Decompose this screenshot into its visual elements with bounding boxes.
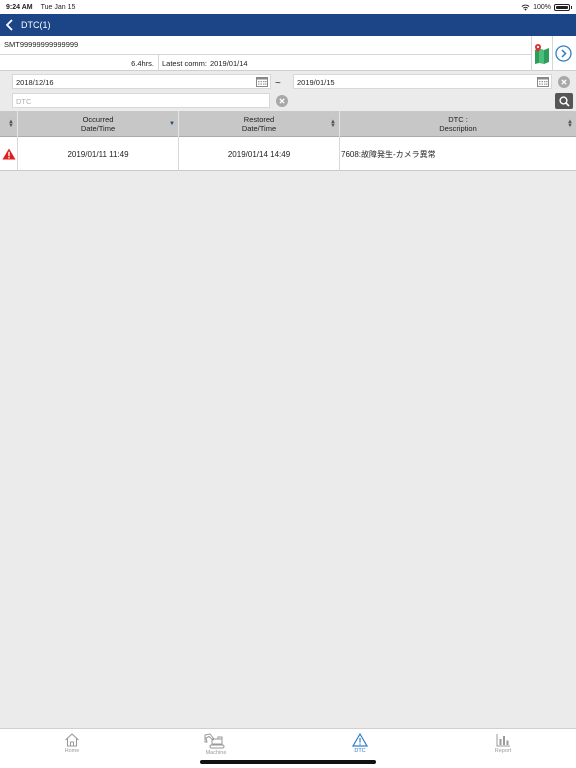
column-header-occurred[interactable]: Occurred Date/Time ▼ xyxy=(18,111,179,137)
cell-restored: 2019/01/14 14:49 xyxy=(179,137,340,171)
cell-occurred: 2019/01/11 11:49 xyxy=(18,137,179,171)
table-row[interactable]: 2019/01/11 11:49 2019/01/14 14:49 7608:故… xyxy=(0,137,576,171)
tab-dtc-label: DTC xyxy=(354,748,366,754)
tab-home[interactable]: Home xyxy=(42,733,102,759)
latest-comm-value: 2019/01/14 xyxy=(210,59,248,68)
battery-percent: 100% xyxy=(533,3,551,11)
clear-dtc-icon[interactable] xyxy=(276,95,288,107)
sort-desc-icon: ▼ xyxy=(169,121,175,127)
battery-icon xyxy=(554,3,572,11)
filter-area: 2018/12/16 ~ 2019/01/15 DTC xyxy=(0,71,576,111)
search-button[interactable] xyxy=(555,93,573,109)
wifi-icon xyxy=(521,4,530,11)
column-header-line2: Description xyxy=(439,124,477,133)
date-range-separator: ~ xyxy=(275,78,281,89)
tab-machine-label: Machine xyxy=(205,750,227,756)
machine-info: SMT99999999999999 6.4hrs. Latest comm: 20… xyxy=(0,36,576,71)
bar-chart-icon xyxy=(496,734,510,747)
status-bar: 9:24 AM Tue Jan 15 100% xyxy=(0,0,576,14)
tab-report[interactable]: Report xyxy=(473,733,533,759)
column-header-description[interactable]: DTC : Description ▲ ▼ xyxy=(340,111,576,137)
dtc-search-input[interactable]: DTC xyxy=(12,93,270,108)
home-indicator[interactable] xyxy=(200,760,376,764)
home-icon xyxy=(65,733,79,747)
clear-dates-icon[interactable] xyxy=(558,76,570,88)
column-header-line1: Occurred xyxy=(82,115,114,124)
date-from-value: 2018/12/16 xyxy=(16,78,54,87)
calendar-icon[interactable] xyxy=(537,77,549,87)
back-button[interactable] xyxy=(0,14,18,36)
table-header: ▲ ▼ Occurred Date/Time ▼ Restored Date/Ti… xyxy=(0,111,576,137)
status-date: Tue Jan 15 xyxy=(40,3,76,11)
tab-home-label: Home xyxy=(64,748,80,754)
warning-icon xyxy=(352,733,368,747)
column-header-status[interactable]: ▲ ▼ xyxy=(0,111,18,137)
chevron-left-icon xyxy=(5,19,13,31)
machine-hours: 6.4hrs. xyxy=(0,54,159,71)
date-from-field[interactable]: 2018/12/16 xyxy=(12,74,271,89)
column-header-line1: Restored xyxy=(243,115,275,124)
page-title: DTC(1) xyxy=(21,20,51,30)
machine-serial: SMT99999999999999 xyxy=(4,40,79,49)
cell-description: 7608:故障発生-カメラ異常 xyxy=(341,149,436,159)
tab-report-label: Report xyxy=(494,748,512,754)
calendar-icon[interactable] xyxy=(256,77,268,87)
column-header-restored[interactable]: Restored Date/Time ▲ ▼ xyxy=(179,111,340,137)
sort-icon: ▲ ▼ xyxy=(330,119,336,129)
warning-icon xyxy=(2,148,15,160)
sort-icon: ▲ ▼ xyxy=(567,119,573,129)
sort-icon: ▲ ▼ xyxy=(8,119,14,129)
date-to-value: 2019/01/15 xyxy=(297,78,335,87)
column-header-line2: Date/Time xyxy=(241,124,277,133)
nav-bar: DTC(1) xyxy=(0,14,576,36)
date-to-field[interactable]: 2019/01/15 xyxy=(293,74,552,89)
tab-dtc[interactable]: DTC xyxy=(330,733,390,759)
map-button[interactable] xyxy=(531,36,553,71)
search-icon xyxy=(558,95,570,107)
map-icon xyxy=(535,43,549,64)
row-status-cell xyxy=(0,137,18,171)
latest-comm-label: Latest comm: xyxy=(162,59,208,68)
latest-comm: Latest comm: 2019/01/14 xyxy=(159,54,531,71)
column-header-line1: DTC : xyxy=(448,115,468,124)
tab-machine[interactable]: Machine xyxy=(186,733,246,759)
excavator-icon xyxy=(204,733,225,749)
chevron-right-circle-icon[interactable] xyxy=(555,45,572,62)
status-time: 9:24 AM xyxy=(6,3,33,11)
column-header-line2: Date/Time xyxy=(80,124,116,133)
